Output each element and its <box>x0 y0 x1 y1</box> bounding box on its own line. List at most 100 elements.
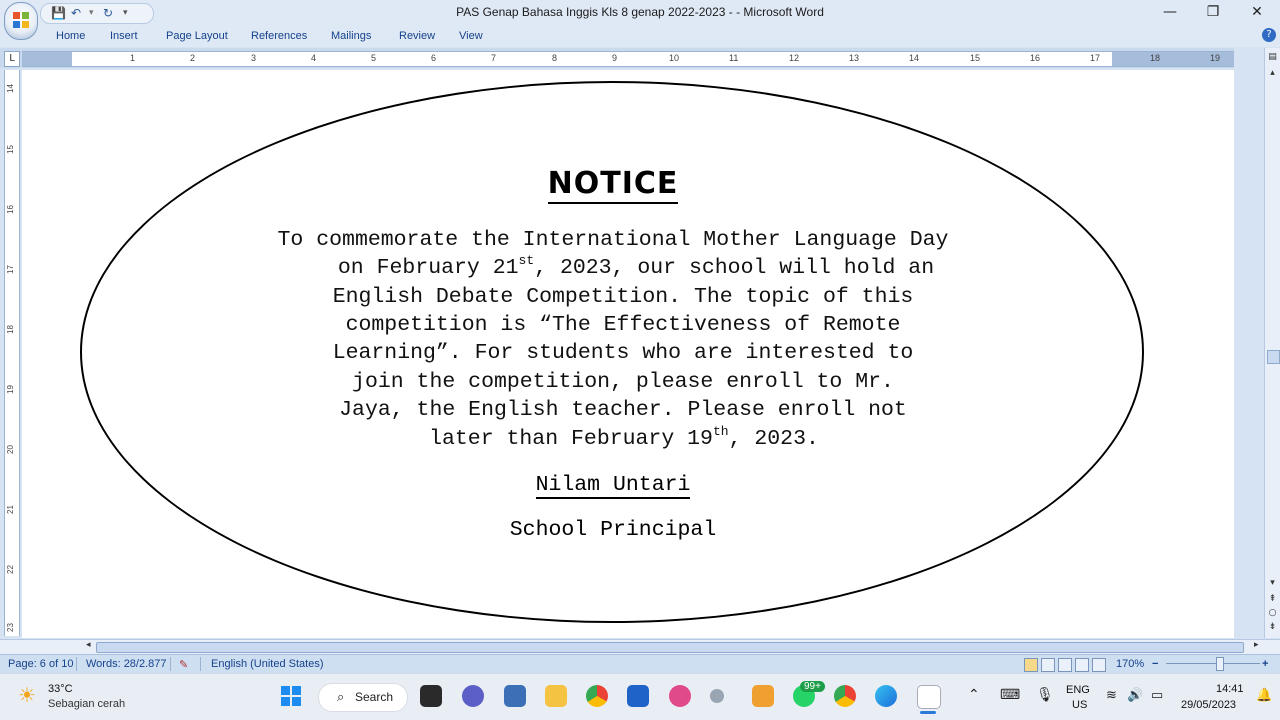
taskbar-search[interactable]: ⌕ Search <box>318 683 408 712</box>
app-icon[interactable] <box>504 685 526 707</box>
proofing-icon[interactable]: ✎ <box>179 658 188 671</box>
vertical-scrollbar[interactable]: ▤ ▴ ▾ ⇞ ○ ⇟ <box>1264 48 1280 638</box>
office-logo-icon <box>13 12 29 28</box>
previous-page-icon[interactable]: ⇞ <box>1267 594 1278 605</box>
language-indicator-bottom[interactable]: US <box>1072 699 1087 711</box>
chat-icon[interactable] <box>462 685 484 707</box>
tab-view[interactable]: View <box>459 30 483 42</box>
zoom-in-button[interactable]: + <box>1262 658 1268 670</box>
notice-line: English Debate Competition. The topic of… <box>332 285 914 309</box>
search-icon: ⌕ <box>337 689 345 704</box>
scroll-right-icon[interactable]: ▸ <box>1254 640 1259 650</box>
ruler-number: 20 <box>5 445 15 454</box>
scrollbar-thumb[interactable] <box>1267 350 1280 364</box>
next-page-icon[interactable]: ⇟ <box>1267 622 1278 633</box>
redo-icon[interactable]: ↻ <box>103 6 113 20</box>
page-count[interactable]: Page: 6 of 10 <box>8 658 73 670</box>
undo-icon[interactable]: ↶ <box>71 6 81 20</box>
ruler-number: 10 <box>669 53 680 63</box>
draft-view-icon[interactable] <box>1092 658 1106 672</box>
wifi-icon[interactable]: ≋ <box>1106 687 1117 703</box>
ruler-number: 21 <box>5 505 15 514</box>
ruler-number: 18 <box>1150 53 1161 63</box>
chrome-profile-icon[interactable] <box>834 685 856 707</box>
notification-badge: 99+ <box>800 681 825 692</box>
zoom-level[interactable]: 170% <box>1116 658 1144 670</box>
chrome-icon[interactable] <box>586 685 608 707</box>
ruler-number: 16 <box>5 205 15 214</box>
outline-view-icon[interactable] <box>1075 658 1089 672</box>
edge-icon[interactable] <box>875 685 897 707</box>
superscript: th <box>712 424 729 439</box>
word-count[interactable]: Words: 28/2.877 <box>86 658 167 670</box>
full-screen-reading-icon[interactable] <box>1041 658 1055 672</box>
microphone-icon[interactable]: 🎙 <box>1036 686 1054 703</box>
select-browse-object-icon[interactable]: ○ <box>1267 608 1278 619</box>
restore-button[interactable]: ❐ <box>1193 2 1233 22</box>
notice-line: later than February 19th, 2023. <box>33 424 1215 451</box>
tab-mailings[interactable]: Mailings <box>331 30 371 42</box>
active-app-indicator <box>920 711 936 714</box>
zoom-slider[interactable] <box>1166 657 1260 671</box>
undo-dropdown-icon[interactable]: ▾ <box>89 6 94 20</box>
scroll-up-icon[interactable]: ▴ <box>1267 68 1278 79</box>
volume-icon[interactable]: 🔊 <box>1127 687 1143 703</box>
store-icon[interactable] <box>627 685 649 707</box>
music-icon[interactable] <box>669 685 691 707</box>
keyboard-icon[interactable]: ⌨ <box>1000 686 1020 703</box>
notice-line: on February 21st, 2023, our school will … <box>45 253 1227 280</box>
ruler-number: 15 <box>5 145 15 154</box>
horizontal-ruler[interactable]: 1 2 3 4 5 6 7 8 9 10 11 12 13 14 15 16 1… <box>22 51 1234 67</box>
customize-qat-icon[interactable]: ▾ <box>123 6 128 20</box>
ruler-number: 19 <box>1210 53 1221 63</box>
notice-line-text: on February 21 <box>337 256 519 280</box>
horizontal-scrollbar[interactable]: ◂ ▸ <box>0 639 1280 654</box>
tab-review[interactable]: Review <box>399 30 435 42</box>
ruler-number: 8 <box>552 53 558 63</box>
ribbon-tabs: Home Insert Page Layout References Maili… <box>0 25 1280 47</box>
file-explorer-icon[interactable] <box>545 685 567 707</box>
battery-icon[interactable]: ▭ <box>1151 687 1163 703</box>
weather-temp[interactable]: 33°C <box>48 683 73 695</box>
ruler-number: 9 <box>612 53 618 63</box>
ruler-number: 14 <box>5 84 15 93</box>
tab-insert[interactable]: Insert <box>110 30 138 42</box>
weather-icon[interactable]: ☀ <box>18 683 36 708</box>
chevron-up-icon[interactable]: ⌃ <box>968 686 980 703</box>
clock-date[interactable]: 29/05/2023 <box>1181 699 1236 711</box>
tab-selector[interactable]: L <box>4 51 20 67</box>
zoom-out-button[interactable]: − <box>1152 658 1158 670</box>
tab-references[interactable]: References <box>251 30 307 42</box>
document-icon[interactable] <box>917 685 941 709</box>
zoom-slider-handle[interactable] <box>1216 657 1224 671</box>
tab-home[interactable]: Home <box>56 30 85 42</box>
separator <box>200 657 201 671</box>
scroll-left-icon[interactable]: ◂ <box>86 640 91 650</box>
print-layout-view-icon[interactable] <box>1024 658 1038 672</box>
scroll-down-icon[interactable]: ▾ <box>1267 578 1278 589</box>
scrollbar-thumb[interactable] <box>96 642 1244 653</box>
office-button[interactable] <box>4 2 38 40</box>
vertical-ruler[interactable]: 14 15 16 17 18 19 20 21 22 23 <box>4 70 20 636</box>
language-status[interactable]: English (United States) <box>211 658 324 670</box>
help-icon[interactable]: ? <box>1262 28 1276 42</box>
clock-time[interactable]: 14:41 <box>1216 683 1244 695</box>
save-icon[interactable]: 💾 <box>51 6 66 20</box>
windows-start-icon[interactable] <box>280 685 302 707</box>
close-button[interactable]: ✕ <box>1237 2 1277 22</box>
task-view-icon[interactable] <box>420 685 442 707</box>
window-title: PAS Genap Bahasa Inggis Kls 8 genap 2022… <box>456 5 824 19</box>
notice-line: competition is “The Effectiveness of Rem… <box>345 313 901 337</box>
snipping-tool-icon[interactable] <box>752 685 774 707</box>
view-ruler-icon[interactable]: ▤ <box>1267 52 1278 63</box>
ruler-number: 6 <box>431 53 437 63</box>
weather-desc[interactable]: Sebagian cerah <box>48 698 125 710</box>
notifications-icon[interactable]: 🔔 <box>1256 687 1272 703</box>
minimize-button[interactable]: — <box>1150 2 1190 22</box>
document-page[interactable]: NOTICE To commemorate the International … <box>22 70 1234 638</box>
app-icon[interactable] <box>710 689 724 703</box>
notice-title: NOTICE <box>22 166 1204 204</box>
tab-page-layout[interactable]: Page Layout <box>166 30 228 42</box>
language-indicator-top[interactable]: ENG <box>1066 684 1090 696</box>
web-layout-icon[interactable] <box>1058 658 1072 672</box>
